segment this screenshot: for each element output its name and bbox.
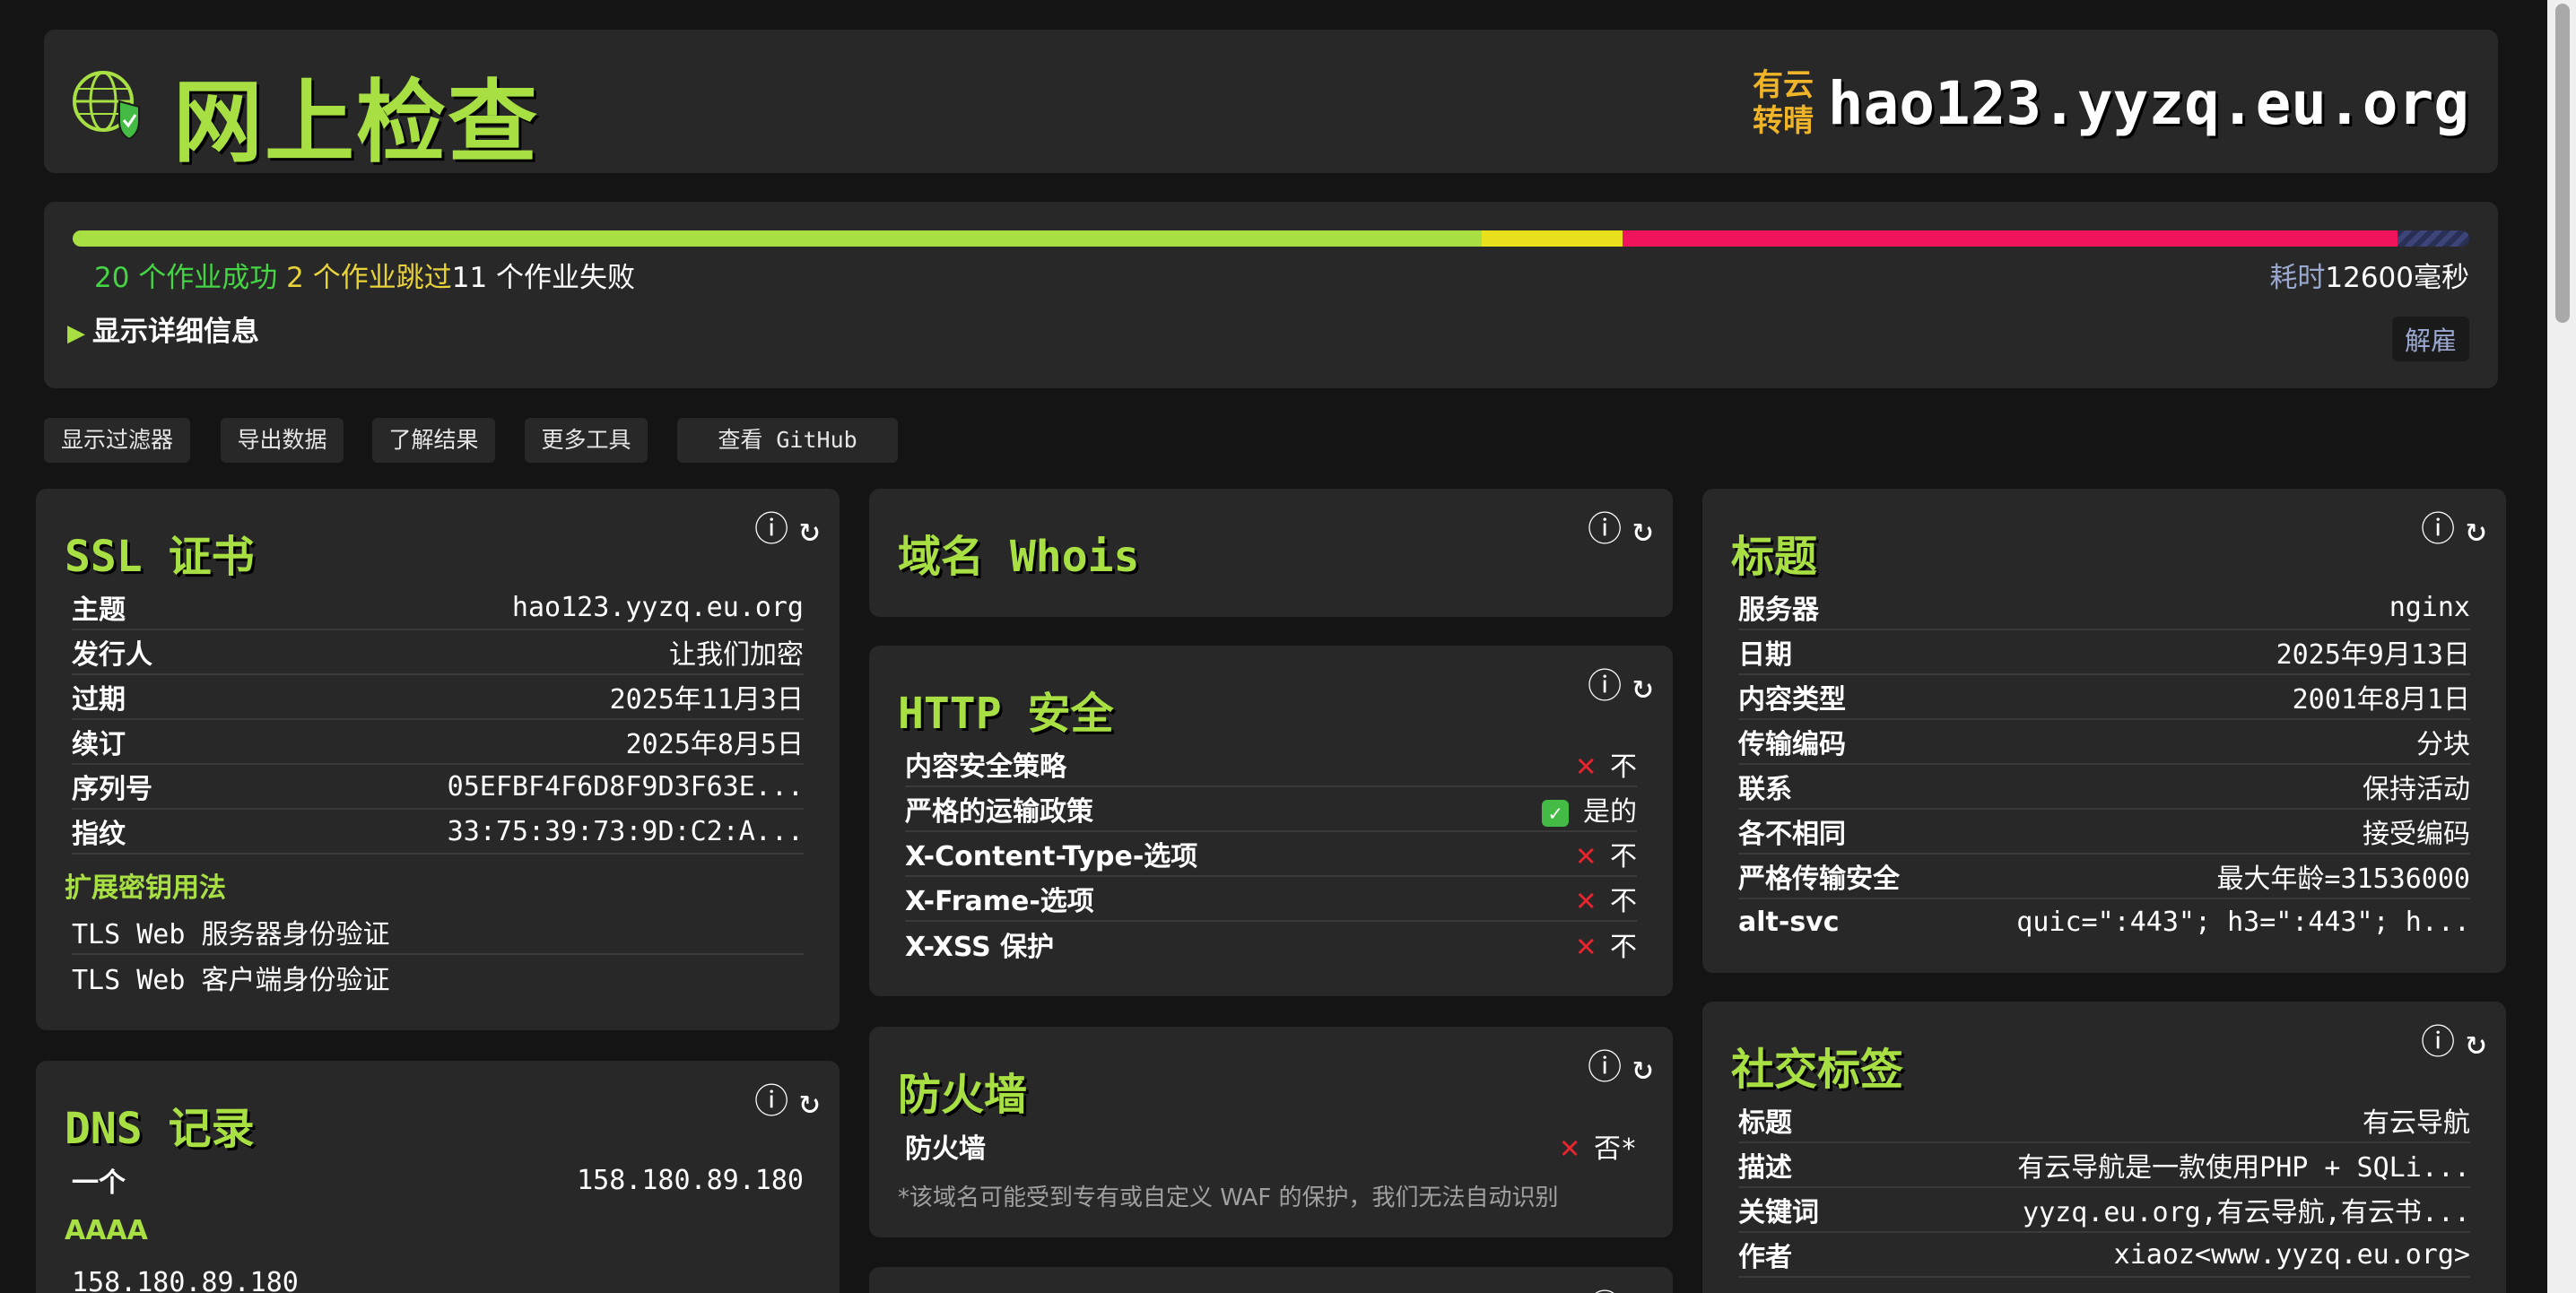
- refresh-icon[interactable]: ↻: [1632, 1288, 1653, 1293]
- refresh-icon[interactable]: ↻: [1632, 666, 1653, 706]
- table-row: alt-svc quic=":443"; h3=":443"; h...: [1738, 906, 2470, 938]
- table-row: 序列号 05EFBF4F6D8F9D3F63E...: [72, 765, 804, 810]
- success-count: 20 个作业成功: [94, 262, 278, 294]
- table-row: 内容类型 2001年8月1日: [1738, 675, 2470, 720]
- refresh-icon[interactable]: ↻: [1632, 509, 1653, 549]
- table-row: 主题 hao123.yyzq.eu.org: [72, 586, 804, 630]
- http-security-card: ⓘ ↻ HTTP 安全 内容安全策略 ✕ 不 严格的运输政策 ✓ 是的 X-Content…: [869, 646, 1673, 996]
- list-item: TLS Web 客户端身份验证: [72, 965, 390, 996]
- card-title: 防火墙: [898, 1070, 1028, 1120]
- check-icon: ✓: [1542, 800, 1569, 827]
- elapsed-time: 耗时12600毫秒: [2269, 256, 2469, 300]
- table-row: 传输编码 分块: [1738, 720, 2470, 765]
- aaaa-heading: AAAA: [65, 1215, 148, 1246]
- refresh-icon[interactable]: ↻: [2466, 509, 2486, 549]
- info-icon[interactable]: ⓘ: [1588, 1288, 1622, 1293]
- table-row: 服务器 nginx: [1738, 586, 2470, 630]
- dismiss-button[interactable]: 解雇: [2391, 317, 2469, 361]
- table-row: 标题 有云导航: [1738, 1098, 2470, 1143]
- info-icon[interactable]: ⓘ: [1588, 509, 1622, 549]
- card-title: 域名 Whois: [898, 532, 1140, 582]
- table-row: 内容安全策略 ✕ 不: [905, 742, 1637, 787]
- export-data-button[interactable]: 导出数据: [221, 418, 344, 463]
- table-row: 描述 有云导航是一款使用PHP + SQLi...: [1738, 1143, 2470, 1188]
- info-icon[interactable]: ⓘ: [2421, 509, 2455, 549]
- weather-label: 有云转晴: [1753, 67, 1814, 139]
- table-row: X-XSS 保护 ✕ 不: [905, 927, 1637, 964]
- table-row: 关键词 yyzq.eu.org,有云导航,有云书...: [1738, 1188, 2470, 1233]
- table-row: 指纹 33:75:39:73:9D:C2:A...: [72, 810, 804, 855]
- globe-shield-icon: [73, 71, 140, 141]
- table-row: 严格传输安全 最大年龄=31536000: [1738, 855, 2470, 899]
- table-row: 续订 2025年8月5日: [72, 720, 804, 765]
- domain-whois-card: ⓘ ↻ 域名 Whois: [869, 489, 1673, 617]
- table-row: 作者 xiaoz<www.yyzq.eu.org>: [1738, 1233, 2470, 1278]
- progress-panel: 20 个作业成功 2 个作业跳过11 个作业失败 耗时12600毫秒 ▶ 显示详细…: [44, 202, 2498, 388]
- table-row: 过期 2025年11月3日: [72, 675, 804, 720]
- table-row: 日期 2025年9月13日: [1738, 630, 2470, 675]
- refresh-icon[interactable]: ↻: [1632, 1047, 1653, 1087]
- table-row: 各不相同 接受编码: [1738, 810, 2470, 855]
- card-title: HTTP 安全: [898, 689, 1114, 739]
- elapsed-value: 12600毫秒: [2325, 262, 2469, 294]
- info-icon[interactable]: ⓘ: [2421, 1022, 2455, 1062]
- eku-heading: 扩展密钥用法: [65, 872, 226, 904]
- card-title: 标题: [1731, 532, 1818, 582]
- failed-count: 11 个作业失败: [451, 262, 636, 294]
- headers-card: ⓘ ↻ 标题 服务器 nginx 日期 2025年9月13日 内容类型 2001年8月1…: [1702, 489, 2506, 973]
- more-tools-button[interactable]: 更多工具: [525, 418, 648, 463]
- refresh-icon[interactable]: ↻: [799, 509, 820, 549]
- learn-results-button[interactable]: 了解结果: [372, 418, 495, 463]
- target-domain: hao123.yyzq.eu.org: [1827, 69, 2469, 138]
- elapsed-label: 耗时: [2269, 262, 2326, 294]
- scrollbar-thumb[interactable]: [2555, 4, 2570, 323]
- refresh-icon[interactable]: ↻: [2466, 1022, 2486, 1062]
- skipped-count: 2 个作业跳过: [286, 262, 452, 294]
- info-icon[interactable]: ⓘ: [1588, 666, 1622, 706]
- card-title: DNS 记录: [65, 1104, 255, 1154]
- firewall-note: *该域名可能受到专有或自定义 WAF 的保护，我们无法自动识别: [898, 1185, 1559, 1211]
- progress-success-segment: [73, 230, 1482, 247]
- show-details-toggle[interactable]: ▶ 显示详细信息: [67, 309, 259, 356]
- table-row: 严格的运输政策 ✓ 是的: [905, 787, 1637, 832]
- info-icon[interactable]: ⓘ: [1588, 1047, 1622, 1087]
- ssl-certificate-card: ⓘ ↻ SSL 证书 主题 hao123.yyzq.eu.org 发行人 让我们加密 …: [36, 489, 840, 1030]
- progress-skipped-segment: [1481, 230, 1623, 247]
- dns-records-card: ⓘ ↻ DNS 记录 一个 158.180.89.180 AAAA 158.180.…: [36, 1061, 840, 1293]
- job-status-summary: 20 个作业成功 2 个作业跳过11 个作业失败: [94, 256, 635, 300]
- table-row: 防火墙 ✕ 否*: [905, 1129, 1637, 1166]
- cross-icon: ✕: [1560, 1129, 1580, 1166]
- cross-icon: ✕: [1576, 837, 1596, 873]
- list-item: 158.180.89.180: [72, 1266, 299, 1293]
- cross-icon: ✕: [1576, 881, 1596, 918]
- info-icon[interactable]: ⓘ: [754, 509, 788, 549]
- table-row: X-Frame-选项 ✕ 不: [905, 877, 1637, 922]
- table-row: 联系 保持活动: [1738, 765, 2470, 810]
- card-title: 社交标签: [1731, 1045, 1904, 1095]
- table-row: 发行人 让我们加密: [72, 630, 804, 675]
- show-filter-button[interactable]: 显示过滤器: [44, 418, 190, 463]
- progress-failed-segment: [1622, 230, 2398, 247]
- table-row: 一个 158.180.89.180: [72, 1164, 804, 1200]
- view-github-button[interactable]: 查看 GitHub: [677, 418, 898, 463]
- table-row: X-Content-Type-选项 ✕ 不: [905, 832, 1637, 877]
- social-tags-card: ⓘ ↻ 社交标签 标题 有云导航 描述 有云导航是一款使用PHP + SQLi... …: [1702, 1002, 2506, 1293]
- refresh-icon[interactable]: ↻: [799, 1081, 820, 1121]
- list-item: TLS Web 服务器身份验证: [72, 910, 804, 955]
- cross-icon: ✕: [1576, 747, 1596, 784]
- firewall-card: ⓘ ↻ 防火墙 防火墙 ✕ 否* *该域名可能受到专有或自定义 WAF 的保护，我们无…: [869, 1027, 1673, 1237]
- progress-pending-segment: [2397, 230, 2469, 247]
- show-details-label: 显示详细信息: [92, 316, 259, 348]
- header-panel: 网上检查 有云转晴 hao123.yyzq.eu.org: [44, 30, 2498, 175]
- next-card: ⓘ↻: [869, 1267, 1673, 1293]
- cross-icon: ✕: [1576, 927, 1596, 964]
- card-title: SSL 证书: [65, 532, 255, 582]
- info-icon[interactable]: ⓘ: [754, 1081, 788, 1121]
- triangle-right-icon: ▶: [67, 320, 85, 347]
- progress-bar: [73, 230, 2469, 247]
- site-title: 网上检查: [173, 70, 539, 175]
